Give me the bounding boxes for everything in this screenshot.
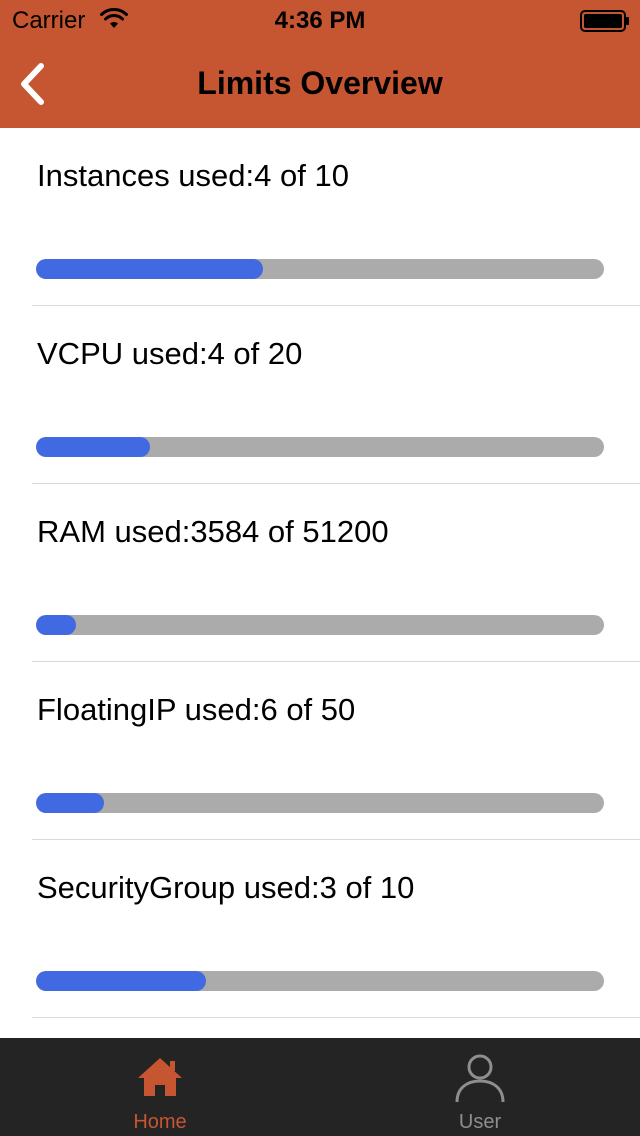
limits-list: Instances used:4 of 10 VCPU used:4 of 20 R… <box>0 128 640 1038</box>
tab-user-label: User <box>458 1111 502 1133</box>
limit-label: VCPU used:4 of 20 <box>37 336 303 371</box>
progress-bar <box>36 971 604 991</box>
tab-home[interactable]: Home <box>0 1038 320 1136</box>
navigation-bar: Limits Overview <box>0 40 640 128</box>
progress-bar <box>36 259 604 279</box>
limit-row: VCPU used:4 of 20 <box>32 306 640 484</box>
progress-fill <box>36 615 76 635</box>
status-bar: Carrier 4:36 PM <box>0 0 640 40</box>
progress-bar <box>36 437 604 457</box>
progress-fill <box>36 259 264 279</box>
tab-user[interactable]: User <box>320 1038 640 1136</box>
limit-row: RAM used:3584 of 51200 <box>32 484 640 662</box>
status-time: 4:36 PM <box>274 7 366 34</box>
progress-bar <box>36 615 604 635</box>
page-title: Limits Overview <box>197 65 443 101</box>
progress-fill <box>36 793 105 813</box>
limit-label: Instances used:4 of 10 <box>37 158 349 193</box>
tab-home-label: Home <box>133 1111 187 1133</box>
user-icon <box>455 1054 505 1103</box>
limit-row: FloatingIP used:6 of 50 <box>32 662 640 840</box>
home-icon <box>138 1058 182 1096</box>
limit-label: RAM used:3584 of 51200 <box>37 514 389 549</box>
limit-label: SecurityGroup used:3 of 10 <box>37 870 415 905</box>
progress-fill <box>36 971 207 991</box>
progress-bar <box>36 793 604 813</box>
tab-bar: Home User <box>0 1038 640 1136</box>
limit-row: Instances used:4 of 10 <box>32 128 640 306</box>
progress-fill <box>36 437 150 457</box>
battery-icon <box>580 10 629 32</box>
screen: Carrier 4:36 PM Limits Overview Instance… <box>0 0 640 1136</box>
limit-label: FloatingIP used:6 of 50 <box>37 692 356 727</box>
header: Carrier 4:36 PM Limits Overview <box>0 0 640 128</box>
limit-row: SecurityGroup used:3 of 10 <box>32 840 640 1018</box>
